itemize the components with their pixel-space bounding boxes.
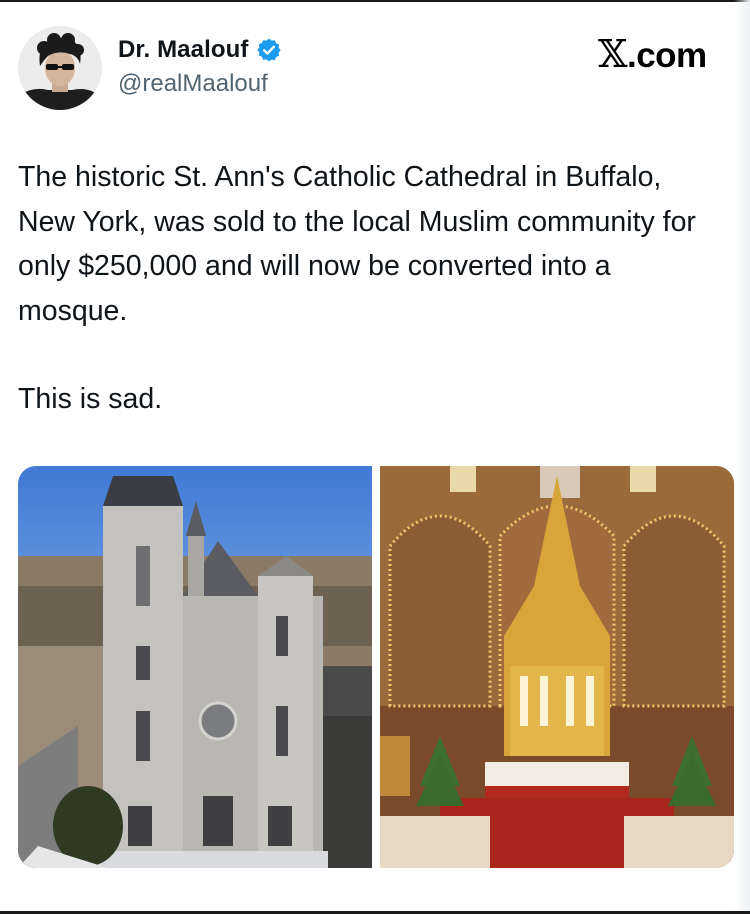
site-brand: 𝕏.com <box>598 32 707 76</box>
display-name[interactable]: Dr. Maalouf <box>118 36 248 64</box>
tweet-paragraph: This is sad. <box>18 383 163 415</box>
author-name-row[interactable]: Dr. Maalouf <box>118 36 282 64</box>
right-edge-shade <box>734 0 750 914</box>
tweet-paragraph: The historic St. Ann's Catholic Cathedra… <box>18 161 696 327</box>
verified-badge-icon <box>257 38 282 62</box>
x-logo-icon: 𝕏 <box>598 32 627 76</box>
church-altar-image[interactable] <box>380 466 734 868</box>
top-border <box>0 0 750 2</box>
site-brand-text: .com <box>626 36 707 75</box>
user-handle[interactable]: @realMaalouf <box>118 70 268 98</box>
church-exterior-image[interactable] <box>18 466 372 868</box>
avatar[interactable] <box>18 26 102 110</box>
tweet-media[interactable] <box>18 466 734 868</box>
tweet-text: The historic St. Ann's Catholic Cathedra… <box>18 155 718 422</box>
